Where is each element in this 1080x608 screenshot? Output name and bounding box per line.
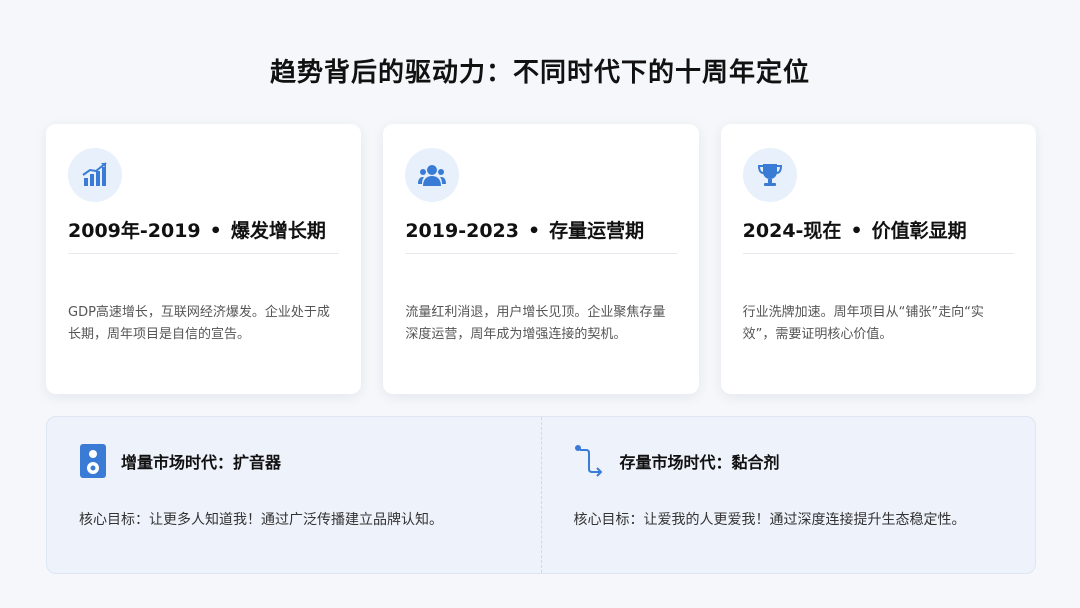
card-separator: • [850,220,863,242]
card-title: 2019-2023 • 存量运营期 [405,216,677,254]
page-title: 趋势背后的驱动力：不同时代下的十周年定位 [269,58,810,88]
period-card-growth: 2009年-2019 • 爆发增长期 GDP高速增长，互联网经济爆发。企业处于成长期… [46,124,362,394]
bar-chart-growth-icon [68,148,122,202]
route-connect-icon [574,445,602,477]
card-title: 2009年-2019 • 爆发增长期 [68,216,340,254]
card-phase: 爆发增长期 [230,220,326,242]
card-description: 流量红利消退，用户增长见顶。企业聚焦存量深度运营，周年成为增强连接的契机。 [405,305,666,342]
period-cards: 2009年-2019 • 爆发增长期 GDP高速增长，互联网经济爆发。企业处于成长期… [46,124,1036,394]
era-comparison-panel: 增量市场时代：扩音器 核心目标：让更多人知道我！通过广泛传播建立品牌认知。 存量… [46,416,1036,574]
card-description: 行业洗牌加速。周年项目从“铺张”走向“实效”，需要证明核心价值。 [742,305,984,342]
era-header: 存量市场时代：黏合剂 [574,441,1004,481]
era-header: 增量市场时代：扩音器 [79,441,509,481]
card-period: 2009年-2019 [68,220,201,242]
card-separator: • [209,220,222,242]
speaker-icon [80,444,106,478]
card-phase: 存量运营期 [549,220,645,242]
period-card-value: 2024-现在 • 价值彰显期 行业洗牌加速。周年项目从“铺张”走向“实效”，需要证… [720,124,1036,394]
era-title: 增量市场时代：扩音器 [121,453,282,472]
era-incremental: 增量市场时代：扩音器 核心目标：让更多人知道我！通过广泛传播建立品牌认知。 [47,417,541,573]
era-title: 存量市场时代：黏合剂 [619,453,780,472]
card-phase: 价值彰显期 [871,220,967,242]
period-card-stock: 2019-2023 • 存量运营期 流量红利消退，用户增长见顶。企业聚焦存量深度运营… [383,124,699,394]
users-icon [405,148,460,202]
trophy-icon [742,148,797,202]
card-description: GDP高速增长，互联网经济爆发。企业处于成长期，周年项目是自信的宣告。 [68,305,330,342]
era-description: 核心目标：让更多人知道我！通过广泛传播建立品牌认知。 [79,512,443,528]
era-description: 核心目标：让爱我的人更爱我！通过深度连接提升生态稳定性。 [573,512,966,528]
card-period: 2019-2023 [405,220,519,242]
card-title: 2024-现在 • 价值彰显期 [742,216,1014,254]
era-stock: 存量市场时代：黏合剂 核心目标：让爱我的人更爱我！通过深度连接提升生态稳定性。 [540,417,1036,573]
card-period: 2024-现在 [742,220,842,242]
card-separator: • [527,220,541,242]
